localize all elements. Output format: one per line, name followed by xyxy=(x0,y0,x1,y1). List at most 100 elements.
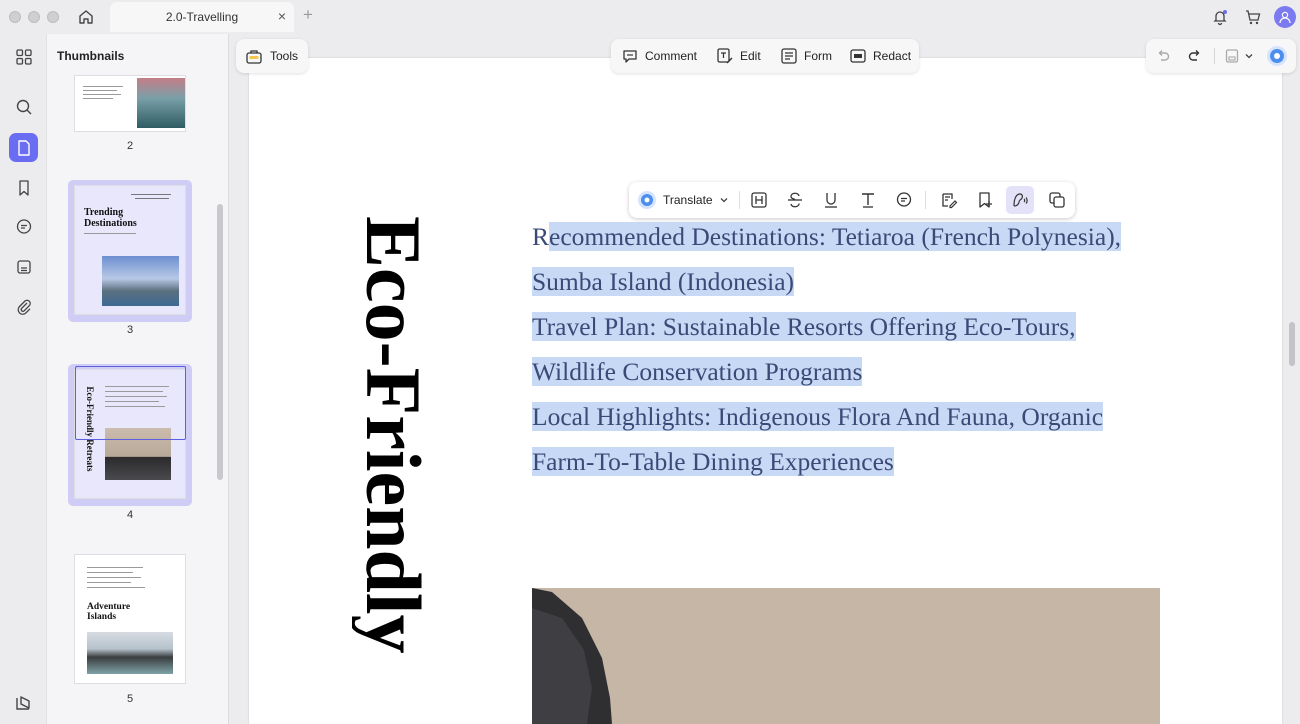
copy-button[interactable] xyxy=(1047,190,1067,210)
rail-thumbnails-button[interactable] xyxy=(9,133,38,162)
text-line-2[interactable]: Sumba Island (Indonesia) xyxy=(532,265,795,299)
chevron-down-icon xyxy=(1245,54,1253,59)
undo-icon xyxy=(1158,50,1170,61)
toolbox-icon xyxy=(246,50,262,64)
highlight-icon xyxy=(751,192,767,208)
vertical-title-text: Eco-Friendly xyxy=(352,216,434,654)
strikethrough-button[interactable] xyxy=(785,190,805,210)
text-line-5[interactable]: Local Highlights: Indigenous Flora And F… xyxy=(532,400,1104,434)
zoom-window-button[interactable] xyxy=(47,11,59,23)
edit-label: Edit xyxy=(740,49,761,63)
thumbnail-number: 4 xyxy=(126,509,134,521)
document-photo[interactable] xyxy=(532,588,1160,724)
text-line-1[interactable]: Recommended Destinations: Tetiaroa (Fren… xyxy=(532,220,1122,254)
user-icon xyxy=(1279,11,1291,24)
page-icon xyxy=(17,139,30,156)
save-button[interactable] xyxy=(1222,46,1242,66)
edit-text-icon xyxy=(717,48,733,64)
close-window-button[interactable] xyxy=(9,11,21,23)
user-avatar[interactable] xyxy=(1274,6,1296,28)
highlight-button[interactable] xyxy=(749,190,769,210)
text-line-lead: R xyxy=(532,222,550,251)
redact-button[interactable]: Redact xyxy=(849,39,911,73)
edit-note-icon xyxy=(942,193,958,209)
thumbnail-page-2[interactable] xyxy=(75,76,185,131)
rail-attachment-button[interactable] xyxy=(9,292,38,321)
bookmark-add-button[interactable] xyxy=(975,190,995,210)
thumbnail-image xyxy=(102,256,179,306)
underline-button[interactable] xyxy=(821,190,841,210)
ai-translate-icon xyxy=(638,191,656,209)
redo-icon xyxy=(1188,50,1200,61)
grid-icon xyxy=(15,48,32,65)
rail-search-button[interactable] xyxy=(9,92,38,121)
thumbnail-number: 2 xyxy=(126,140,134,152)
translate-button[interactable]: Translate xyxy=(637,188,729,212)
minimize-window-button[interactable] xyxy=(28,11,40,23)
tab-close-button[interactable]: × xyxy=(278,9,286,23)
new-tab-button[interactable]: + xyxy=(303,6,313,24)
edit-text-button[interactable] xyxy=(939,190,959,210)
tab-title: 2.0-Travelling xyxy=(165,10,239,24)
layers-icon xyxy=(16,696,30,710)
home-icon xyxy=(79,10,93,24)
vertical-title: Eco-Friendly xyxy=(352,216,434,724)
paperclip-icon xyxy=(17,299,31,315)
text-line-4[interactable]: Wildlife Conservation Programs xyxy=(532,355,863,389)
add-comment-button[interactable] xyxy=(894,190,914,210)
thumbnail-number: 3 xyxy=(126,324,134,336)
redact-label: Redact xyxy=(873,49,912,63)
redo-button[interactable] xyxy=(1185,46,1205,66)
home-button[interactable] xyxy=(72,4,100,30)
rail-comments-button[interactable] xyxy=(9,212,38,241)
notification-button[interactable] xyxy=(1209,6,1231,28)
read-aloud-button[interactable] xyxy=(1006,186,1034,214)
save-options-dropdown[interactable] xyxy=(1243,46,1255,66)
thumbnail-title: Adventure Islands xyxy=(87,602,131,622)
document-scrollbar[interactable] xyxy=(1289,322,1295,366)
stamp-icon xyxy=(16,259,31,274)
form-label: Form xyxy=(804,49,832,63)
translate-label: Translate xyxy=(663,193,713,207)
chevron-down-icon xyxy=(720,198,728,203)
highlighted-text: Travel Plan: Sustainable Resorts Offerin… xyxy=(532,312,1076,341)
copy-icon xyxy=(1049,192,1065,208)
tools-label: Tools xyxy=(270,49,299,63)
edit-button[interactable]: Edit xyxy=(716,39,761,73)
text-button[interactable] xyxy=(858,190,878,210)
thumbnails-title: Thumbnails xyxy=(57,49,125,63)
rock-image xyxy=(532,588,612,724)
thumbnail-title: Trending Destinations xyxy=(84,207,137,229)
highlighted-text: Sumba Island (Indonesia) xyxy=(532,267,795,296)
sidebar-toggle-button[interactable] xyxy=(14,693,34,713)
viewport-indicator[interactable] xyxy=(75,366,186,440)
document-tab[interactable]: 2.0-Travelling × xyxy=(110,2,294,32)
form-button[interactable]: Form xyxy=(780,39,832,73)
rail-apps-button[interactable] xyxy=(9,42,38,71)
thumbnail-page-3[interactable]: Trending Destinations xyxy=(75,186,185,314)
history-toolbar xyxy=(1146,39,1296,73)
text-line-6[interactable]: Farm-To-Table Dining Experiences xyxy=(532,445,894,479)
cart-icon xyxy=(1246,10,1261,25)
rail-bookmark-button[interactable] xyxy=(9,173,38,202)
left-rail xyxy=(0,34,46,724)
strikethrough-icon xyxy=(788,192,802,208)
rail-attachments-panel-button[interactable] xyxy=(9,252,38,281)
comment-icon xyxy=(16,218,31,234)
thumbnail-image xyxy=(87,632,173,674)
thumbnails-panel: Thumbnails 2 Trending Destinations 3 Eco… xyxy=(46,34,229,724)
text-line-3[interactable]: Travel Plan: Sustainable Resorts Offerin… xyxy=(532,310,1076,344)
thumbnails-scrollbar[interactable] xyxy=(217,204,223,480)
thumbnail-image xyxy=(137,78,185,128)
comment-button[interactable]: Comment xyxy=(621,39,697,73)
thumbnail-page-5[interactable]: Adventure Islands xyxy=(75,555,185,683)
title-bar: 2.0-Travelling × + xyxy=(0,0,1300,34)
main-toolbar: Comment Edit Form Redact xyxy=(611,39,919,73)
ai-assistant-button[interactable] xyxy=(1266,45,1288,67)
ai-assistant-icon xyxy=(1267,46,1287,66)
cart-button[interactable] xyxy=(1242,6,1264,28)
undo-button[interactable] xyxy=(1153,46,1173,66)
underline-icon xyxy=(825,193,837,208)
highlighted-text: ecommended Destinations: Tetiaroa (Frenc… xyxy=(549,222,1122,251)
tools-button[interactable]: Tools xyxy=(236,39,308,73)
